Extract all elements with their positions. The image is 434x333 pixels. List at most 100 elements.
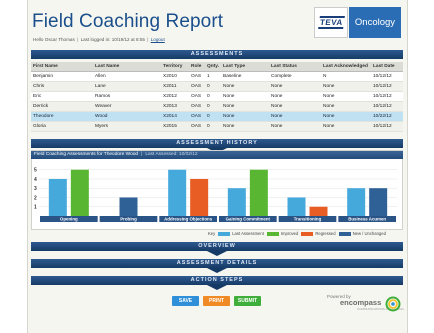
table-cell: None xyxy=(321,91,371,102)
chart-bar[interactable] xyxy=(309,206,328,216)
encompass-logo-text: encompass xyxy=(340,298,382,307)
table-cell: 10/12/12 xyxy=(371,91,403,102)
table-cell: Lane xyxy=(93,81,161,92)
table-cell: OAS xyxy=(189,121,205,132)
legend-swatch xyxy=(266,231,279,236)
table-row[interactable]: Gloria Myers X2015 OAS 0 None None None 10/12/12 xyxy=(31,121,403,132)
assessments-section-header[interactable]: ASSESSMENTS xyxy=(31,50,403,59)
table-cell: 10/12/12 xyxy=(371,101,403,112)
chart-bar[interactable] xyxy=(168,169,187,216)
actions-section-header[interactable]: ACTION STEPS xyxy=(31,276,403,290)
table-cell: None xyxy=(221,91,269,102)
table-row[interactable]: Chris Lane X2011 OAS 0 None None None 10/12/12 xyxy=(31,81,403,92)
table-cell: OAS xyxy=(189,111,205,122)
table-cell: None xyxy=(269,111,321,122)
y-tick-label: 1 xyxy=(34,205,37,211)
chevron-down-icon xyxy=(207,285,227,290)
divider: | xyxy=(141,152,143,157)
submit-button[interactable]: SUBMIT xyxy=(234,296,261,306)
table-cell: N xyxy=(321,71,371,82)
legend-key-label: Key xyxy=(208,231,216,236)
table-row[interactable]: Benjamin Allen X2010 OAS 1 Baseline Complete N 1… xyxy=(31,71,403,82)
legend-item-label: Improved xyxy=(280,231,299,236)
teva-logo: TEVA xyxy=(314,7,348,38)
print-button[interactable]: PRINT xyxy=(203,296,230,306)
table-cell: X2010 xyxy=(161,71,189,82)
table-cell: 1 xyxy=(205,71,221,82)
y-tick-label: 3 xyxy=(34,186,37,192)
table-cell: Allen xyxy=(93,71,161,82)
chart-bar[interactable] xyxy=(48,178,67,216)
oncology-brand: Oncology xyxy=(349,7,401,38)
table-cell: X2012 xyxy=(161,91,189,102)
table-row[interactable]: Derrick Weaver X2013 OAS 0 None None None 10/12/… xyxy=(31,101,403,112)
table-cell: Theodore xyxy=(31,111,93,122)
table-cell: 0 xyxy=(205,101,221,112)
column-header[interactable]: Qnty. xyxy=(205,62,221,72)
column-header[interactable]: Last Acknowledged xyxy=(321,62,371,72)
save-button[interactable]: SAVE xyxy=(172,296,199,306)
chart-bar[interactable] xyxy=(369,188,388,216)
table-cell: None xyxy=(321,81,371,92)
column-header[interactable]: Last Name xyxy=(93,62,161,72)
chart-bar[interactable] xyxy=(119,197,138,216)
table-cell: 10/22/12 xyxy=(371,111,403,122)
table-cell: Chris xyxy=(31,81,93,92)
table-cell: None xyxy=(269,101,321,112)
logout-link[interactable]: Logout xyxy=(151,37,165,42)
legend-item: Improved xyxy=(266,231,299,236)
table-cell: Complete xyxy=(269,71,321,82)
history-bar-chart: 5 4 3 2 1 Opening Probing Addressing Objections… xyxy=(34,168,397,222)
column-header[interactable]: Last Type xyxy=(221,62,269,72)
table-cell: Weaver xyxy=(93,101,161,112)
legend-swatch xyxy=(218,231,231,236)
legend-item-label: New / Unchanged xyxy=(352,231,386,236)
column-header[interactable]: Last Date xyxy=(371,62,403,72)
x-tick-label: Probing xyxy=(120,217,137,222)
column-header[interactable]: Last Status xyxy=(269,62,321,72)
table-cell: None xyxy=(321,111,371,122)
column-header[interactable]: First Name xyxy=(31,62,93,72)
greeting: Hello Oscar Thomas xyxy=(33,37,75,42)
action-buttons: SAVE PRINT SUBMIT xyxy=(172,296,261,306)
legend-item-label: Last Assessment xyxy=(232,231,264,236)
chart-bar[interactable] xyxy=(70,169,89,216)
section-title: ASSESSMENT DETAILS xyxy=(176,260,258,266)
history-section-header[interactable]: ASSESSMENT HISTORY xyxy=(31,139,403,153)
x-tick-label: Addressing Objections xyxy=(164,217,213,222)
table-row[interactable]: Eric Ramos X2012 OAS 0 None None None 10/12/12 xyxy=(31,91,403,102)
chart-bar[interactable] xyxy=(347,188,366,216)
column-header[interactable]: Territory xyxy=(161,62,189,72)
encompass-logo-icon xyxy=(385,296,401,312)
y-tick-label: 4 xyxy=(34,177,37,183)
legend-item: New / Unchanged xyxy=(338,231,386,236)
chevron-down-icon xyxy=(207,268,227,273)
table-cell: Gloria xyxy=(31,121,93,132)
details-section-header[interactable]: ASSESSMENT DETAILS xyxy=(31,259,403,273)
divider: | xyxy=(147,37,149,42)
table-cell: Eric xyxy=(31,91,93,102)
column-header[interactable]: Role xyxy=(189,62,205,72)
table-cell: None xyxy=(269,91,321,102)
chart-bar[interactable] xyxy=(287,197,306,216)
table-cell: None xyxy=(221,111,269,122)
chart-bar[interactable] xyxy=(227,188,246,216)
table-cell: X2014 xyxy=(161,111,189,122)
table-cell: 0 xyxy=(205,91,221,102)
table-cell: OAS xyxy=(189,91,205,102)
table-cell: Wood xyxy=(93,111,161,122)
table-cell: OAS xyxy=(189,101,205,112)
table-cell: X2015 xyxy=(161,121,189,132)
table-cell: None xyxy=(269,121,321,132)
table-cell: None xyxy=(221,81,269,92)
table-header-row: First Name Last Name Territory Role Qnty… xyxy=(31,62,403,72)
table-row[interactable]: Theodore Wood X2014 OAS 0 None None None 10/22/1… xyxy=(31,111,403,122)
table-cell: None xyxy=(269,81,321,92)
table-cell: None xyxy=(321,101,371,112)
table-cell: 10/12/12 xyxy=(371,71,403,82)
chart-bar[interactable] xyxy=(190,178,209,216)
legend-item: Regressed xyxy=(301,231,336,236)
table-cell: OAS xyxy=(189,81,205,92)
overview-section-header[interactable]: OVERVIEW xyxy=(31,242,403,256)
chart-bar[interactable] xyxy=(249,169,268,216)
